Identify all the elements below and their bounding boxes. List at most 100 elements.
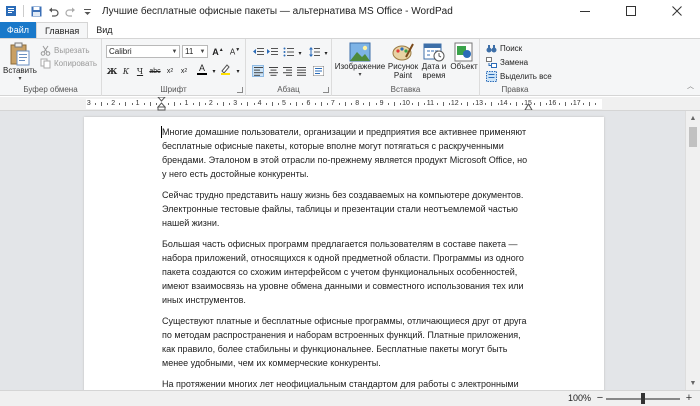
ruler-label: 3 [86, 100, 91, 107]
zoom-in-button[interactable]: + [683, 392, 695, 404]
font-family-select[interactable]: Calibri ▼ [106, 45, 180, 58]
shrink-font-button[interactable]: A▼ [229, 46, 241, 58]
insert-object-button[interactable]: Объект [450, 42, 478, 71]
paragraph[interactable]: Существуют платные и бесплатные офисные … [162, 314, 534, 370]
zoom-level[interactable]: 100% [568, 393, 591, 403]
paragraph[interactable]: Сейчас трудно представить нашу жизнь без… [162, 188, 534, 230]
insert-datetime-button[interactable]: Дата и время [420, 42, 448, 80]
save-icon[interactable] [29, 4, 43, 18]
scroll-down-icon[interactable]: ▼ [686, 376, 700, 390]
customize-qat-icon[interactable] [80, 4, 94, 18]
tab-view[interactable]: Вид [88, 22, 120, 38]
strikethrough-icon[interactable]: abc [149, 65, 161, 77]
ruler-tick [564, 102, 566, 106]
highlight-button[interactable] [219, 63, 231, 75]
increase-indent-icon[interactable] [266, 46, 278, 58]
paragraph[interactable]: На протяжении многих лет неофициальным с… [162, 377, 534, 390]
ruler-label: 10 [402, 100, 410, 107]
select-all-icon [486, 70, 497, 82]
ruler-tick [296, 102, 298, 106]
select-all-button[interactable]: Выделить все [486, 70, 552, 82]
paste-icon [10, 42, 30, 66]
ruler-tick [125, 102, 127, 106]
wordpad-app-icon[interactable] [4, 4, 18, 18]
editing-group-label: Правка [501, 85, 529, 94]
font-size-select[interactable]: 11 ▼ [182, 45, 208, 58]
line-spacing-dropdown-icon[interactable]: ▾ [320, 47, 332, 59]
document-page[interactable]: Многие домашние пользователи, организаци… [84, 117, 604, 390]
subscript-icon[interactable]: x2 [164, 65, 176, 77]
copy-button[interactable]: Копировать [40, 57, 97, 69]
redo-icon[interactable] [63, 4, 77, 18]
insert-image-label: Изображение [334, 62, 386, 71]
ruler-tick [491, 102, 493, 106]
replace-button[interactable]: Замена [486, 56, 528, 68]
insert-image-button[interactable]: Изображение ▾ [334, 42, 386, 78]
grow-font-button[interactable]: A▲ [212, 46, 224, 58]
insert-image-dropdown-icon[interactable]: ▾ [358, 71, 361, 78]
close-button[interactable] [654, 0, 700, 22]
ruler-tick [192, 103, 194, 105]
ruler-tick [589, 102, 590, 106]
ruler-tick [534, 103, 536, 105]
paste-dropdown-icon[interactable]: ▾ [18, 75, 21, 82]
bullet-list-dropdown-icon[interactable]: ▾ [294, 47, 306, 59]
decrease-indent-icon[interactable] [252, 46, 264, 58]
font-group: Calibri ▼ 11 ▼ A▲ A▼ Ж К Ч abc x2 x2 A ▾… [102, 39, 246, 96]
font-size-dropdown-icon[interactable]: ▼ [198, 46, 207, 57]
collapse-ribbon-icon[interactable]: ︿ [687, 81, 694, 91]
zoom-slider-thumb[interactable] [641, 393, 645, 404]
ruler-tick [521, 103, 523, 105]
font-dialog-launcher[interactable] [237, 87, 243, 93]
ruler-tick [460, 103, 462, 105]
tab-file[interactable]: Файл [0, 22, 36, 38]
paint-drawing-button[interactable]: Рисунок Paint [388, 42, 418, 80]
quick-access-toolbar [0, 4, 94, 18]
scroll-thumb[interactable] [689, 127, 697, 147]
line-spacing-icon[interactable] [308, 46, 320, 58]
cut-button[interactable]: Вырезать [40, 44, 90, 56]
paragraph[interactable]: Большая часть офисных программ предлагае… [162, 237, 534, 307]
ruler-label: 17 [572, 100, 581, 107]
minimize-button[interactable] [562, 0, 608, 22]
align-center-icon[interactable] [267, 65, 279, 77]
ruler-tick [247, 102, 249, 106]
zoom-out-button[interactable]: − [594, 392, 606, 404]
italic-icon[interactable]: К [120, 65, 132, 77]
select-all-label: Выделить все [500, 71, 552, 81]
superscript-icon[interactable]: x2 [178, 65, 190, 77]
underline-icon[interactable]: Ч [134, 65, 146, 77]
find-button[interactable]: Поиск [486, 42, 522, 54]
ruler-tick [570, 103, 572, 105]
ruler-label: 1 [135, 100, 140, 107]
paragraph[interactable]: Многие домашние пользователи, организаци… [162, 125, 534, 181]
ruler-label: 1 [184, 100, 189, 107]
maximize-button[interactable] [608, 0, 654, 22]
align-left-icon[interactable] [252, 65, 264, 77]
tab-home[interactable]: Главная [36, 22, 89, 38]
copy-icon [40, 58, 51, 68]
document-text[interactable]: Многие домашние пользователи, организаци… [162, 125, 534, 390]
ruler-label: 9 [379, 100, 384, 107]
vertical-scrollbar[interactable]: ▲ ▼ [685, 111, 700, 390]
replace-label: Замена [500, 57, 529, 67]
ruler-tick [369, 102, 371, 106]
indent-marker-icon[interactable] [157, 97, 166, 111]
ruler-tick [174, 102, 176, 106]
align-justify-icon[interactable] [295, 65, 307, 77]
cut-label: Вырезать [54, 45, 90, 55]
font-family-dropdown-icon[interactable]: ▼ [170, 46, 179, 57]
paragraph-dialog-launcher[interactable] [323, 87, 329, 93]
scroll-up-icon[interactable]: ▲ [686, 111, 700, 125]
align-right-icon[interactable] [281, 65, 293, 77]
ruler-tick [271, 102, 273, 106]
font-color-button[interactable]: A [196, 63, 208, 75]
undo-icon[interactable] [46, 4, 60, 18]
highlight-dropdown-icon[interactable]: ▾ [232, 65, 244, 77]
ribbon: Вставить ▾ Вырезать Копировать Буфер обм… [0, 38, 700, 96]
paste-button[interactable]: Вставить ▾ [3, 42, 37, 82]
bullet-list-icon[interactable] [282, 46, 294, 58]
paragraph-settings-icon[interactable] [312, 65, 324, 77]
bold-icon[interactable]: Ж [106, 65, 118, 77]
right-indent-marker-icon[interactable] [524, 102, 533, 110]
